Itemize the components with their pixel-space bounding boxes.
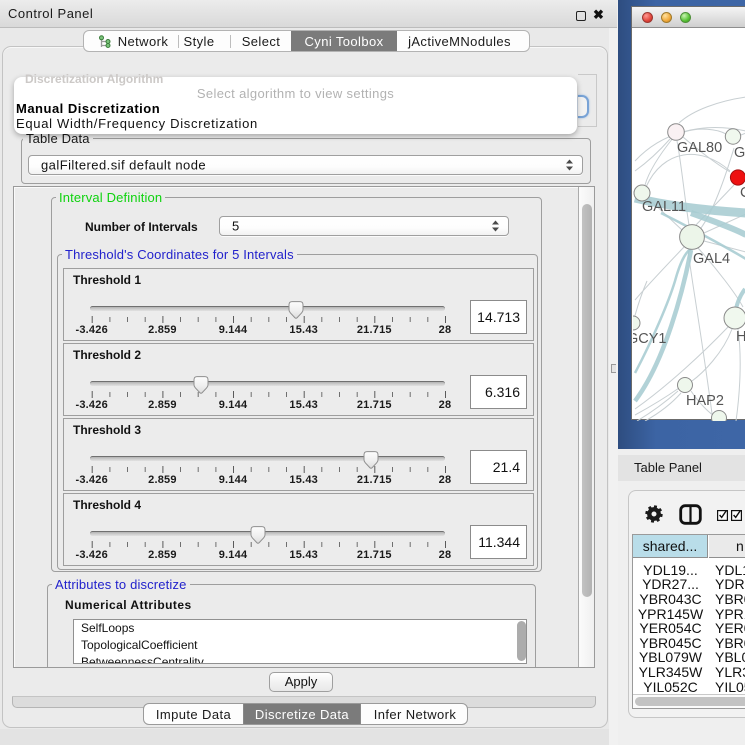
svg-text:C: C (740, 185, 745, 201)
svg-text:GCY1: GCY1 (633, 331, 667, 347)
svg-text:H: H (736, 329, 745, 345)
svg-text:GAL4: GAL4 (693, 251, 730, 267)
svg-text:GA: GA (734, 145, 745, 161)
svg-text:GAL80: GAL80 (677, 140, 722, 156)
svg-text:HAP2: HAP2 (686, 393, 724, 409)
svg-text:GAL11: GAL11 (642, 199, 686, 215)
